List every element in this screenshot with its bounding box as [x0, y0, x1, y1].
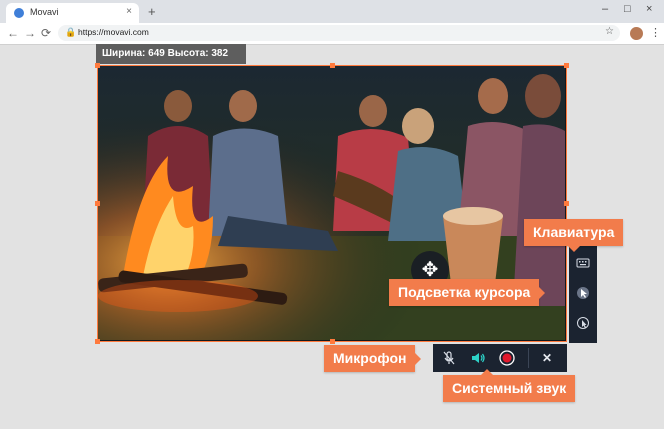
microphone-muted-icon[interactable]: [441, 350, 457, 366]
capture-size-label: Ширина: 649 Высота: 382: [96, 44, 246, 64]
tab-close-icon[interactable]: ×: [126, 6, 132, 17]
resize-handle-top[interactable]: [330, 63, 335, 68]
back-arrow-icon[interactable]: ←: [7, 26, 19, 40]
browser-tab-strip: Movavi × + – □ ×: [0, 0, 664, 23]
minimize-icon[interactable]: –: [602, 3, 608, 15]
record-button[interactable]: [499, 350, 515, 366]
resize-handle-bottom-left[interactable]: [95, 339, 100, 344]
lock-icon: 🔒: [65, 27, 77, 37]
avatar[interactable]: [630, 27, 643, 40]
resize-handle-top-right[interactable]: [564, 63, 569, 68]
bookmark-star-icon[interactable]: ☆: [605, 26, 614, 37]
side-toolbar: [569, 245, 597, 343]
url-text: https://movavi.com: [78, 27, 149, 37]
keyboard-icon[interactable]: [576, 256, 590, 270]
browser-toolbar: ← → ⟳ 🔒 https://movavi.com ☆ ⋮: [0, 23, 664, 45]
resize-handle-bottom[interactable]: [330, 339, 335, 344]
reload-icon[interactable]: ⟳: [41, 26, 51, 40]
kebab-menu-icon[interactable]: ⋮: [650, 26, 661, 39]
new-tab-button[interactable]: +: [148, 4, 156, 19]
callout-keyboard: Клавиатура: [524, 219, 624, 252]
cursor-highlight-icon[interactable]: [576, 286, 590, 300]
resize-handle-top-left[interactable]: [95, 63, 100, 68]
movavi-favicon-icon: [14, 8, 24, 18]
close-icon[interactable]: ✕: [539, 350, 555, 366]
window-close-icon[interactable]: ×: [646, 3, 652, 15]
tab-title: Movavi: [30, 7, 59, 17]
callout-system-sound: Системный звук: [443, 369, 576, 402]
forward-arrow-icon[interactable]: →: [24, 26, 36, 40]
toolbar-divider: [528, 348, 529, 368]
click-icon[interactable]: [576, 316, 590, 330]
maximize-icon[interactable]: □: [624, 3, 631, 15]
callout-cursor-highlight: Подсветка курсора: [389, 279, 546, 306]
resize-handle-right[interactable]: [564, 201, 569, 206]
address-bar[interactable]: 🔒 https://movavi.com ☆: [58, 25, 620, 41]
resize-handle-left[interactable]: [95, 201, 100, 206]
browser-tab[interactable]: Movavi ×: [6, 3, 139, 23]
callout-microphone: Микрофон: [324, 345, 422, 372]
recording-toolbar: ✕: [433, 344, 567, 372]
